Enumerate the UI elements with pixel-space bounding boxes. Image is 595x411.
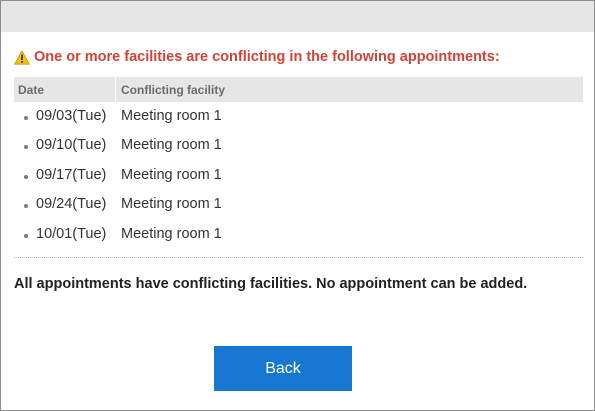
table-row: 09/24(Tue) Meeting room 1 xyxy=(14,190,583,219)
column-separator xyxy=(115,77,116,102)
row-date: 09/17(Tue) xyxy=(36,166,107,183)
section-divider xyxy=(14,257,583,258)
conflict-table-header: Date Conflicting facility xyxy=(14,77,583,102)
bullet-icon xyxy=(24,116,28,120)
table-row: 09/10(Tue) Meeting room 1 xyxy=(14,131,583,160)
bullet-icon xyxy=(24,145,28,150)
warning-triangle-icon xyxy=(14,49,30,65)
column-header-date: Date xyxy=(18,83,45,97)
warning-text: One or more facilities are conflicting i… xyxy=(34,49,500,65)
column-header-facility: Conflicting facility xyxy=(121,83,226,97)
row-facility: Meeting room 1 xyxy=(121,196,222,213)
row-facility: Meeting room 1 xyxy=(121,166,222,183)
row-facility: Meeting room 1 xyxy=(121,225,222,242)
row-date: 09/03(Tue) xyxy=(36,108,107,124)
back-button[interactable]: Back xyxy=(214,346,352,391)
row-facility: Meeting room 1 xyxy=(121,108,222,124)
bullet-icon xyxy=(24,174,28,179)
bullet-icon xyxy=(24,233,28,238)
conflict-table-body: 09/03(Tue) Meeting room 1 09/10(Tue) Mee… xyxy=(14,102,583,249)
table-row: 10/01(Tue) Meeting room 1 xyxy=(14,220,583,249)
row-date: 09/24(Tue) xyxy=(36,196,107,213)
row-date: 09/10(Tue) xyxy=(36,137,107,154)
notice-message: All appointments have conflicting facili… xyxy=(14,276,528,292)
conflict-dialog: One or more facilities are conflicting i… xyxy=(0,0,595,411)
row-facility: Meeting room 1 xyxy=(121,137,222,154)
bullet-icon xyxy=(24,204,28,209)
warning-message: One or more facilities are conflicting i… xyxy=(14,48,500,66)
row-date: 10/01(Tue) xyxy=(36,225,107,242)
table-row: 09/03(Tue) Meeting room 1 xyxy=(14,102,583,131)
table-row: 09/17(Tue) Meeting room 1 xyxy=(14,161,583,190)
dialog-title-bar xyxy=(1,1,594,32)
